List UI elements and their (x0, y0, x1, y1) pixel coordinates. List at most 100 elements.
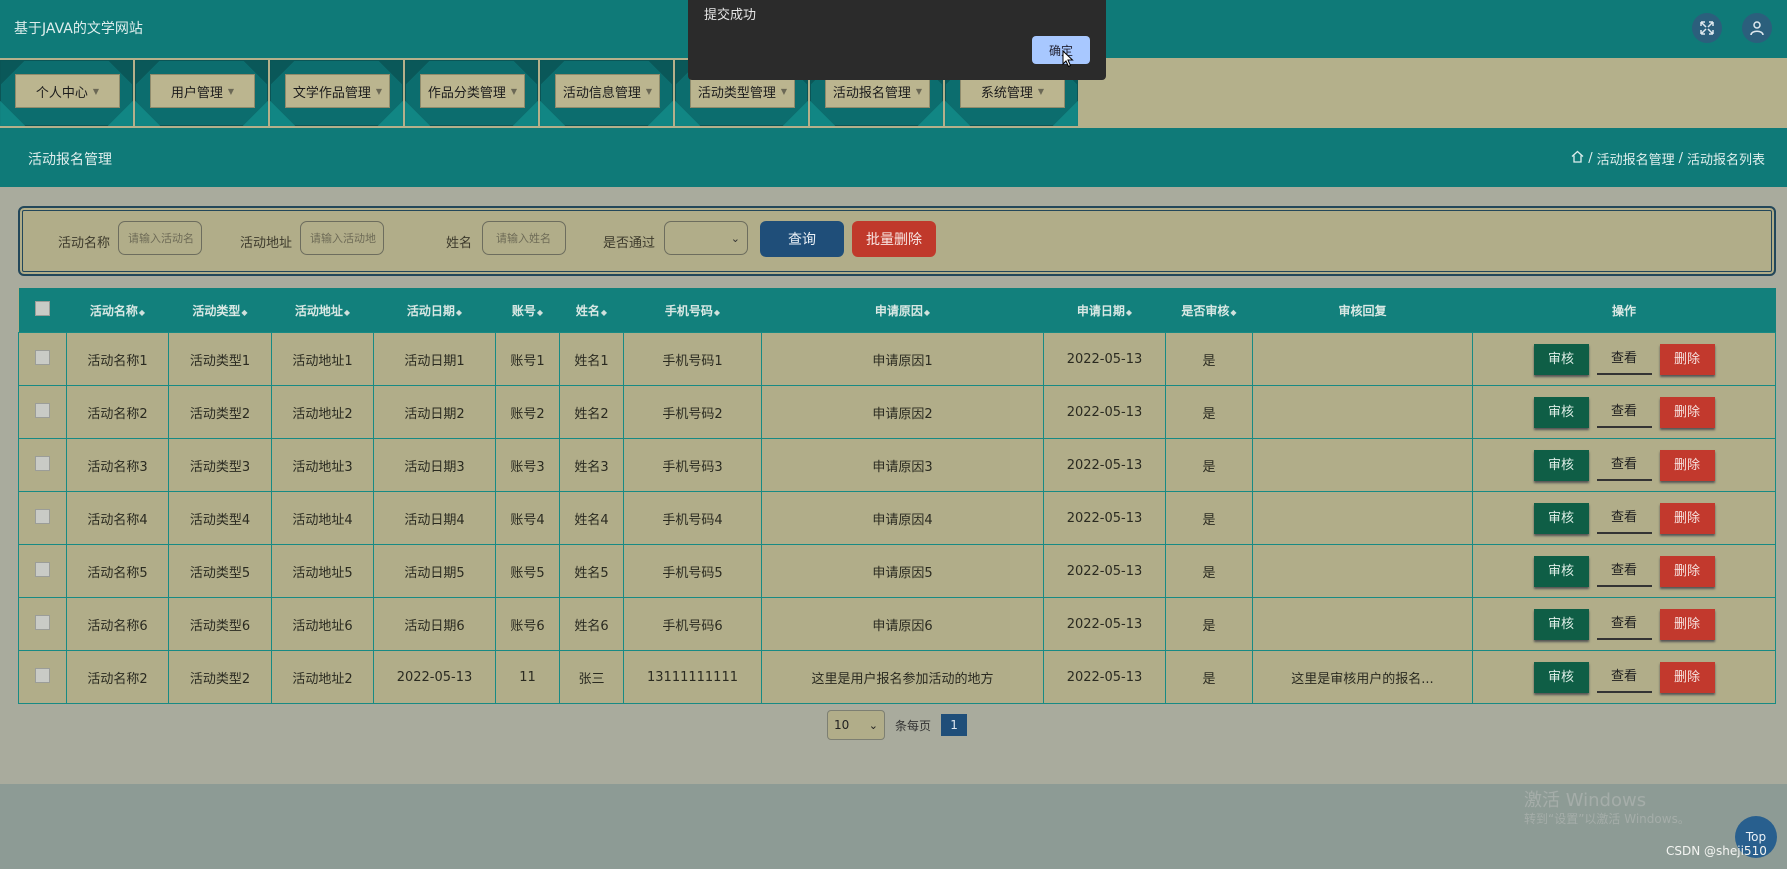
column-header[interactable]: 活动类型◆ (168, 288, 272, 333)
view-button[interactable]: 查看 (1596, 503, 1652, 534)
home-icon[interactable] (1571, 150, 1584, 167)
table-row: 活动名称5 活动类型5 活动地址5 活动日期5 账号5 姓名5 手机号码5 申请原因5 2022… (18, 544, 1776, 598)
user-icon[interactable] (1742, 13, 1772, 43)
breadcrumb-separator: / (1588, 151, 1593, 166)
row-checkbox[interactable] (35, 349, 50, 365)
view-button[interactable]: 查看 (1596, 662, 1652, 693)
sort-icon: ◆ (600, 307, 608, 317)
caret-down-icon: ▼ (510, 86, 518, 96)
column-header[interactable]: 账号◆ (495, 288, 560, 333)
row-checkbox[interactable] (35, 667, 50, 683)
table-header-row: 活动名称◆ 活动类型◆ 活动地址◆ 活动日期◆ 账号◆ 姓名◆ 手机号码◆ 申请… (18, 288, 1776, 333)
table-cell (1252, 597, 1473, 651)
sort-icon: ◆ (1230, 307, 1237, 317)
delete-button[interactable]: 删除 (1659, 502, 1715, 534)
table-cell: 活动类型1 (168, 332, 272, 386)
view-button[interactable]: 查看 (1596, 397, 1652, 428)
activity-name-input[interactable]: 请输入活动名 (118, 221, 202, 255)
audit-button[interactable]: 审核 (1533, 608, 1589, 640)
column-header[interactable]: 活动日期◆ (373, 288, 496, 333)
delete-button[interactable]: 删除 (1659, 661, 1715, 693)
view-button[interactable]: 查看 (1596, 556, 1652, 587)
search-panel: 活动名称 请输入活动名 活动地址 请输入活动地 姓名 请输入姓名 是否通过 ⌄ … (18, 206, 1776, 276)
nav-label: 个人中心 ▼ (15, 74, 120, 108)
pagination: 10 ⌄ 条每页 1 (827, 710, 968, 740)
query-button[interactable]: 查询 (760, 221, 844, 257)
sort-icon: ◆ (923, 307, 931, 317)
row-checkbox[interactable] (35, 402, 50, 418)
row-checkbox[interactable] (35, 455, 50, 471)
breadcrumb-item[interactable]: 活动报名管理 (1597, 149, 1675, 168)
sort-icon: ◆ (241, 307, 248, 317)
audit-button[interactable]: 审核 (1533, 555, 1589, 587)
delete-button[interactable]: 删除 (1659, 343, 1715, 375)
audit-button[interactable]: 审核 (1533, 502, 1589, 534)
row-select-cell (18, 385, 67, 439)
view-button[interactable]: 查看 (1596, 344, 1652, 375)
row-checkbox[interactable] (35, 561, 50, 577)
fullscreen-icon[interactable] (1692, 13, 1722, 43)
nav-item-categories[interactable]: 作品分类管理 ▼ (405, 60, 538, 126)
table-cell: 活动名称3 (66, 438, 169, 492)
column-header[interactable]: 活动地址◆ (271, 288, 374, 333)
row-checkbox[interactable] (35, 508, 50, 524)
audit-button[interactable]: 审核 (1533, 661, 1589, 693)
table-cell: 2022-05-13 (1043, 650, 1166, 704)
table-cell: 2022-05-13 (373, 650, 496, 704)
audit-button[interactable]: 审核 (1533, 396, 1589, 428)
table-cell: 活动名称5 (66, 544, 169, 598)
nav-item-activities[interactable]: 活动信息管理 ▼ (540, 60, 673, 126)
column-header[interactable]: 是否审核◆ (1165, 288, 1253, 333)
row-select-cell (18, 438, 67, 492)
page-size-select[interactable]: 10 ⌄ (827, 710, 885, 740)
dialog-ok-button[interactable]: 确定 (1032, 36, 1090, 64)
chevron-down-icon: ⌄ (868, 718, 878, 732)
nav-item-profile[interactable]: 个人中心 ▼ (0, 60, 133, 126)
table-row: 活动名称2 活动类型2 活动地址2 2022-05-13 11 张三 13111111111… (18, 650, 1776, 704)
breadcrumb-separator: / (1678, 151, 1683, 166)
page-number-current[interactable]: 1 (941, 714, 968, 736)
batch-delete-button[interactable]: 批量删除 (852, 221, 936, 257)
page-subheader: 活动报名管理 / 活动报名管理 / 活动报名列表 (0, 128, 1787, 187)
table-cell: 申请原因6 (761, 597, 1044, 651)
column-header[interactable]: 手机号码◆ (623, 288, 762, 333)
table-cell: 手机号码4 (623, 491, 762, 545)
activity-address-input[interactable]: 请输入活动地 (300, 221, 384, 255)
table-cell: 是 (1165, 332, 1253, 386)
column-header[interactable]: 申请原因◆ (761, 288, 1044, 333)
nav-item-users[interactable]: 用户管理 ▼ (135, 60, 268, 126)
delete-button[interactable]: 删除 (1659, 449, 1715, 481)
table-cell: 活动日期3 (373, 438, 496, 492)
table-cell: 活动名称2 (66, 650, 169, 704)
approved-select[interactable]: ⌄ (664, 221, 748, 255)
user-name-input[interactable]: 请输入姓名 (482, 221, 566, 255)
view-button[interactable]: 查看 (1596, 609, 1652, 640)
column-header[interactable]: 申请日期◆ (1043, 288, 1166, 333)
nav-item-works[interactable]: 文学作品管理 ▼ (270, 60, 403, 126)
table-cell: 活动类型2 (168, 650, 272, 704)
delete-button[interactable]: 删除 (1659, 555, 1715, 587)
table-cell: 是 (1165, 597, 1253, 651)
table-cell: 是 (1165, 438, 1253, 492)
table-cell: 申请原因1 (761, 332, 1044, 386)
caret-down-icon: ▼ (645, 86, 653, 96)
table-cell: 活动地址6 (271, 597, 374, 651)
table-cell: 活动地址3 (271, 438, 374, 492)
column-header[interactable]: 姓名◆ (559, 288, 624, 333)
table-cell: 活动地址4 (271, 491, 374, 545)
column-header[interactable]: 活动名称◆ (66, 288, 169, 333)
table-cell: 账号6 (495, 597, 560, 651)
table-cell: 手机号码3 (623, 438, 762, 492)
row-checkbox[interactable] (35, 614, 50, 630)
audit-button[interactable]: 审核 (1533, 449, 1589, 481)
caret-down-icon: ▼ (92, 86, 100, 96)
table-cell: 活动地址2 (271, 385, 374, 439)
audit-button[interactable]: 审核 (1533, 343, 1589, 375)
delete-button[interactable]: 删除 (1659, 396, 1715, 428)
nav-label: 作品分类管理 ▼ (420, 74, 525, 108)
view-button[interactable]: 查看 (1596, 450, 1652, 481)
delete-button[interactable]: 删除 (1659, 608, 1715, 640)
select-all-checkbox[interactable] (35, 301, 50, 316)
row-select-cell (18, 650, 67, 704)
table-cell: 申请原因5 (761, 544, 1044, 598)
